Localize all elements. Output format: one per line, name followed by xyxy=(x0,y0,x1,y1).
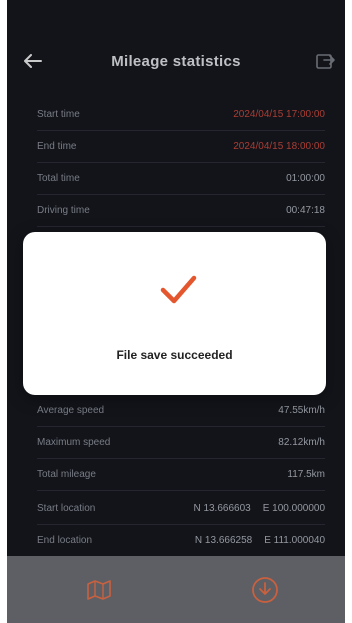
map-button[interactable] xyxy=(79,570,119,610)
map-icon xyxy=(87,580,111,600)
phone-screen: Mileage statistics Start time 2024/04/15… xyxy=(7,0,345,623)
success-dialog: File save succeeded xyxy=(23,232,326,395)
bottom-bar xyxy=(7,556,345,623)
success-message: File save succeeded xyxy=(116,348,233,362)
checkmark-icon xyxy=(160,275,197,304)
download-icon xyxy=(252,577,278,603)
download-button[interactable] xyxy=(245,570,285,610)
